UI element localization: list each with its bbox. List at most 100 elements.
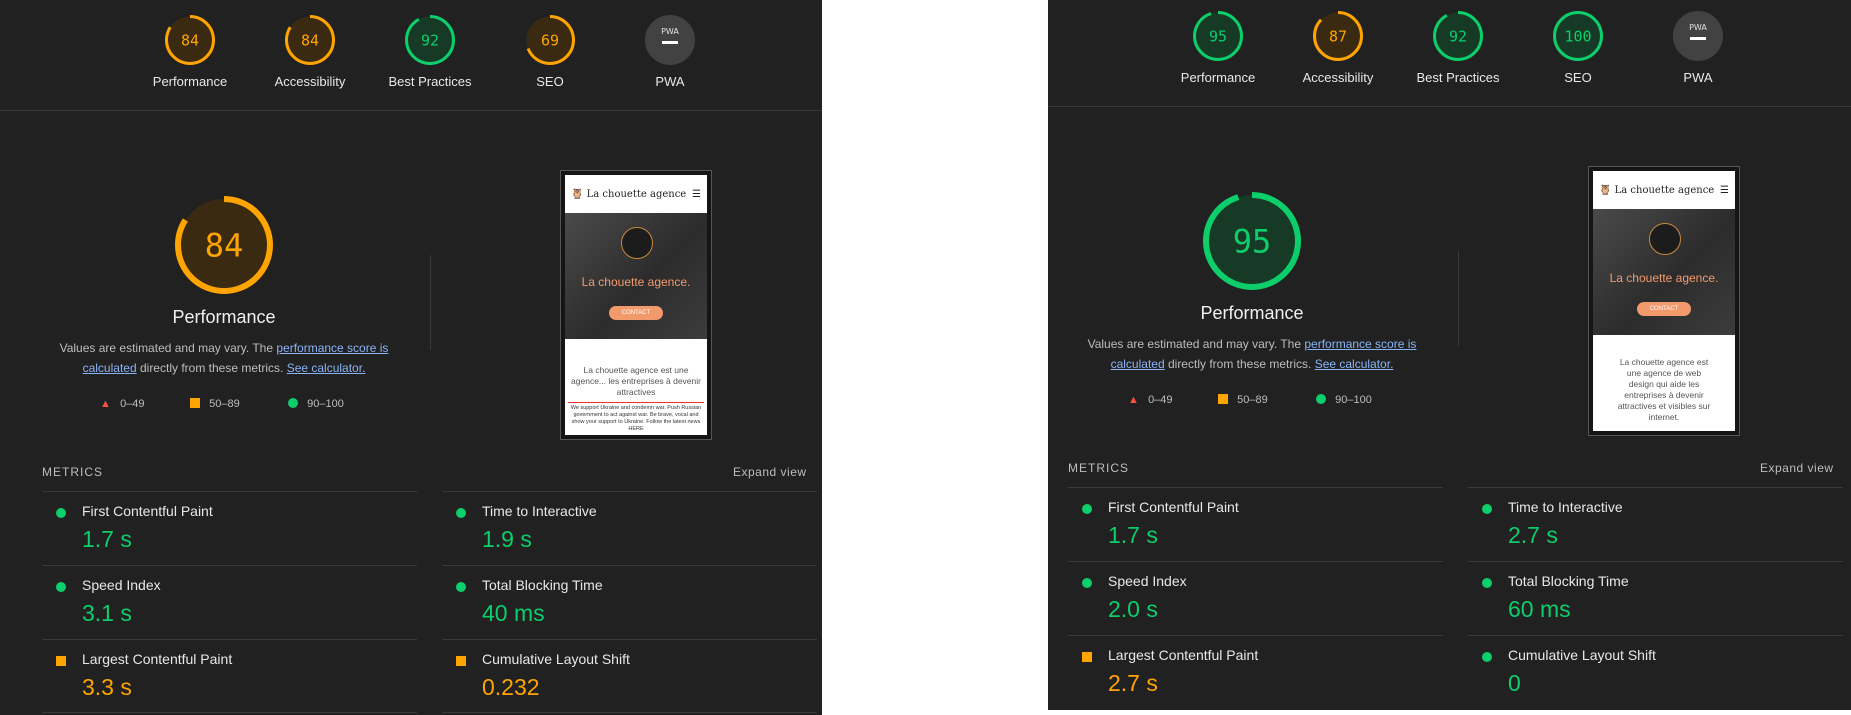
gauge-score: 84 [301,31,319,49]
metric-label: Largest Contentful Paint [82,651,233,667]
gauge-label: Performance [152,74,228,89]
gauge-score: 84 [181,31,199,49]
square-icon [456,656,466,666]
circle-icon [288,398,298,408]
preview-brand: La chouette agence [1614,184,1715,196]
expand-view-button[interactable]: Expand view [1760,461,1834,475]
preview-contact-button: CONTACT [609,306,663,320]
metric-value: 1.9 s [482,526,532,552]
preview-brand: La chouette agence [586,188,687,200]
metric-value: 3.1 s [82,600,132,626]
gauge-best-practices[interactable]: 92 Best Practices [1398,10,1518,85]
metric-lcp: Largest Contentful Paint 2.7 s [1068,635,1443,710]
score-gauges: 95 Performance 87 Accessibility 92 Best Pra… [1048,0,1851,107]
score-description: Values are estimated and may vary. The p… [54,338,394,378]
desc-text: Values are estimated and may vary. The [59,341,277,355]
preview-footer: We support Ukraine and condemn war. Push… [568,402,704,433]
legend-pass: 90–100 [1316,394,1372,406]
gauge-accessibility[interactable]: 87 Accessibility [1278,10,1398,85]
metric-tti: Time to Interactive 2.7 s [1468,487,1843,562]
performance-title: Performance [1200,303,1304,323]
legend-pass-label: 90–100 [1335,394,1372,406]
metric-label: Time to Interactive [482,503,597,519]
gauge-label: PWA [1683,70,1713,85]
gauge-label: Accessibility [1302,70,1374,85]
gauge-score: 84 [205,227,244,265]
performance-main-gauge: 84 [175,196,273,294]
metrics-heading: METRICS [42,465,103,479]
circle-icon [1082,504,1092,514]
pwa-dash-icon [1690,37,1706,40]
square-icon [1218,394,1228,404]
metric-cls: Cumulative Layout Shift 0.232 [442,639,817,714]
legend-average: 50–89 [1218,394,1268,406]
gauge-label: Best Practices [388,74,472,89]
legend-pass-label: 90–100 [307,398,344,410]
circle-icon [1316,394,1326,404]
score-description: Values are estimated and may vary. The p… [1082,334,1422,374]
legend-fail: ▲ 0–49 [100,398,145,410]
metric-fcp: First Contentful Paint 1.7 s [42,491,417,566]
metric-value: 1.7 s [82,526,132,552]
legend-average-label: 50–89 [1237,394,1268,406]
triangle-icon: ▲ [100,398,111,410]
metric-label: Speed Index [82,577,161,593]
metric-label: Cumulative Layout Shift [1508,647,1656,663]
divider [442,712,817,713]
metric-value: 60 ms [1508,596,1571,622]
circle-icon [1482,578,1492,588]
circle-icon [456,582,466,592]
gauge-score: 69 [541,31,559,49]
see-calculator-link[interactable]: See calculator. [287,361,366,375]
square-icon [1082,652,1092,662]
gauge-label: SEO [536,74,564,89]
gauge-label: Accessibility [274,74,346,89]
preview-body: La chouette agence est une agence... les… [571,365,701,397]
legend-pass: 90–100 [288,398,344,410]
gauge-seo[interactable]: 100 SEO [1518,10,1638,85]
legend-fail: ▲ 0–49 [1128,394,1173,406]
preview-hero: La chouette agence. CONTACT [565,213,707,339]
gauge-performance[interactable]: 95 Performance [1158,10,1278,85]
gauge-label: Best Practices [1416,70,1500,85]
pwa-dash-icon [662,41,678,44]
gauge-best-practices[interactable]: 92 Best Practices [370,14,490,89]
screenshot-preview: 🦉 La chouette agence ☰ La chouette agence… [1588,166,1740,436]
gauge-pwa[interactable]: PWA PWA [1638,10,1758,85]
gauge-label: SEO [1564,70,1592,85]
divider [430,255,431,350]
metric-value: 40 ms [482,600,545,626]
circle-icon [56,582,66,592]
gauge-seo[interactable]: 69 SEO [490,14,610,89]
gauge-pwa[interactable]: PWA PWA [610,14,730,89]
legend-average-label: 50–89 [209,398,240,410]
owl-logo-icon: 🦉 [571,188,584,200]
metric-tbt: Total Blocking Time 60 ms [1468,561,1843,636]
metric-value: 0.232 [482,674,540,700]
see-calculator-link[interactable]: See calculator. [1315,357,1394,371]
gauge-performance[interactable]: 84 Performance [130,14,250,89]
desc-text: directly from these metrics. [136,361,287,375]
metric-lcp: Largest Contentful Paint 3.3 s [42,639,417,714]
owl-icon [621,227,653,259]
preview-contact-button: CONTACT [1637,302,1691,316]
metric-value: 2.7 s [1508,522,1558,548]
metric-tti: Time to Interactive 1.9 s [442,491,817,566]
gauge-score: 95 [1233,223,1272,261]
circle-icon [456,508,466,518]
gauge-accessibility[interactable]: 84 Accessibility [250,14,370,89]
metric-value: 0 [1508,670,1521,696]
metric-label: Total Blocking Time [1508,573,1629,589]
metric-label: Largest Contentful Paint [1108,647,1259,663]
preview-hero-title: La chouette agence. [581,275,691,289]
metric-value: 1.7 s [1108,522,1158,548]
metric-value: 2.0 s [1108,596,1158,622]
preview-nav: 🦉 La chouette agence ☰ [1593,171,1735,209]
preview-hero: La chouette agence. CONTACT [1593,209,1735,335]
legend-fail-label: 0–49 [1148,394,1173,406]
triangle-icon: ▲ [1128,394,1139,406]
circle-icon [1482,652,1492,662]
circle-icon [1082,578,1092,588]
metric-value: 2.7 s [1108,670,1158,696]
expand-view-button[interactable]: Expand view [733,465,807,479]
